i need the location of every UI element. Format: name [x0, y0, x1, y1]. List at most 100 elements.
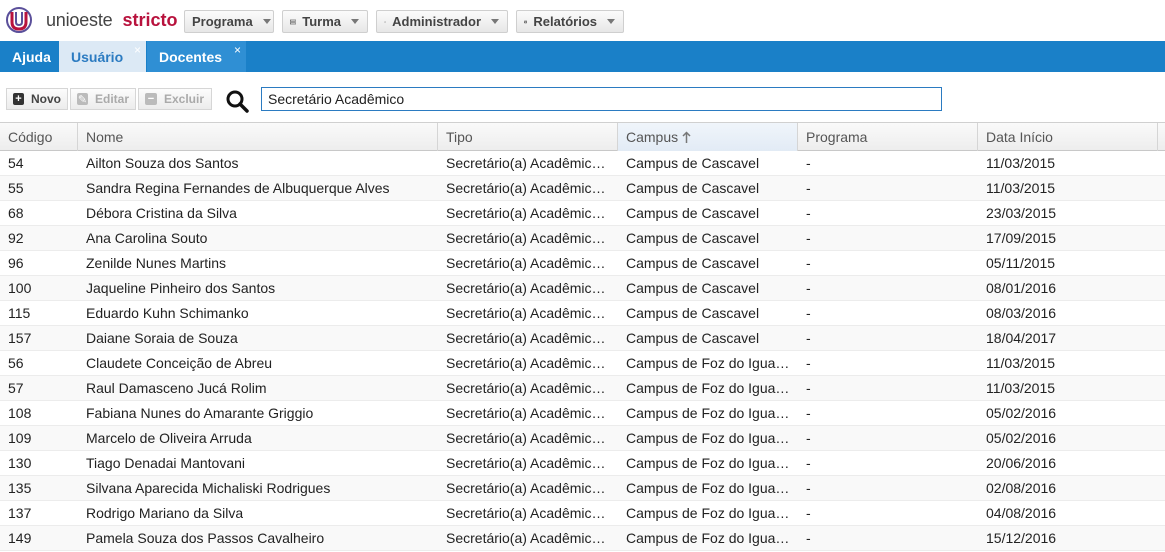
cell-nome-text: Eduardo Kuhn Schimanko	[86, 305, 249, 321]
column-header-tipo[interactable]: Tipo	[438, 123, 618, 151]
cell-tipo-text: Secretário(a) Acadêmico(a)	[446, 155, 610, 171]
close-icon[interactable]: ×	[134, 43, 141, 57]
cell-campus-text: Campus de Foz do Iguaçu	[626, 455, 790, 471]
delete-button[interactable]: − Excluir	[138, 88, 212, 110]
cell-tipo: Secretário(a) Acadêmico(a)	[438, 226, 610, 250]
cell-tipo-text: Secretário(a) Acadêmico(a)	[446, 480, 610, 496]
cell-nome-text: Marcelo de Oliveira Arruda	[86, 430, 252, 446]
close-icon[interactable]: ×	[234, 43, 241, 57]
table-header: Código Nome Tipo Campus Programa Data In…	[0, 122, 1165, 151]
cell-tipo-text: Secretário(a) Acadêmico(a)	[446, 180, 610, 196]
cell-codigo: 137	[0, 501, 70, 525]
cell-programa: -	[798, 476, 970, 500]
tab-docentes-label: Docentes	[159, 48, 223, 65]
tab-usuario[interactable]: Usuário ×	[59, 41, 146, 72]
cell-data-inicio: 17/09/2015	[978, 226, 1150, 250]
cell-codigo: 92	[0, 226, 70, 250]
cell-programa-text: -	[806, 455, 811, 471]
cell-programa-text: -	[806, 180, 811, 196]
cell-data-inicio: 05/11/2015	[978, 251, 1150, 275]
cell-campus-text: Campus de Cascavel	[626, 205, 760, 221]
edit-button[interactable]: ✎ Editar	[70, 88, 136, 110]
cell-programa: -	[798, 401, 970, 425]
table-row[interactable]: 130 Tiago Denadai Mantovani Secretário(a) …	[0, 451, 1165, 476]
column-header-nome[interactable]: Nome	[78, 123, 438, 151]
cell-programa-text: -	[806, 205, 811, 221]
new-button-label: Novo	[31, 92, 61, 106]
table-row[interactable]: 137 Rodrigo Mariano da Silva Secretário(a)…	[0, 501, 1165, 526]
table-row[interactable]: 56 Claudete Conceição de Abreu Secretário(…	[0, 351, 1165, 376]
table-row[interactable]: 54 Ailton Souza dos Santos Secretário(a) A…	[0, 151, 1165, 176]
cell-campus: Campus de Foz do Iguaçu	[618, 501, 790, 525]
cell-tipo: Secretário(a) Acadêmico(a)	[438, 401, 610, 425]
cell-data-inicio: 05/02/2016	[978, 401, 1150, 425]
cell-programa-text: -	[806, 405, 811, 421]
table-row[interactable]: 109 Marcelo de Oliveira Arruda Secretário(…	[0, 426, 1165, 451]
cell-nome-text: Rodrigo Mariano da Silva	[86, 505, 244, 521]
menu-turma[interactable]: Turma	[282, 10, 368, 33]
table-row[interactable]: 115 Eduardo Kuhn Schimanko Secretário(a) A…	[0, 301, 1165, 326]
table-row[interactable]: 108 Fabiana Nunes do Amarante Griggio Secr…	[0, 401, 1165, 426]
menu-administrador[interactable]: Administrador	[376, 10, 508, 33]
table-row[interactable]: 57 Raul Damasceno Jucá Rolim Secretário(a)…	[0, 376, 1165, 401]
column-header-campus[interactable]: Campus	[618, 123, 798, 151]
top-header: unioeste stricto Programa Turma Administ…	[0, 0, 1165, 41]
cell-programa: -	[798, 201, 970, 225]
cell-campus-text: Campus de Foz do Iguaçu	[626, 430, 790, 446]
column-header-data-inicio[interactable]: Data Início	[978, 123, 1158, 151]
cell-tipo-text: Secretário(a) Acadêmico(a)	[446, 280, 610, 296]
cell-programa-text: -	[806, 505, 811, 521]
cell-nome: Fabiana Nunes do Amarante Griggio	[78, 401, 430, 425]
cell-nome: Claudete Conceição de Abreu	[78, 351, 430, 375]
cell-programa: -	[798, 151, 970, 175]
table-row[interactable]: 100 Jaqueline Pinheiro dos Santos Secretár…	[0, 276, 1165, 301]
logo[interactable]: unioeste stricto	[6, 7, 177, 33]
cell-campus-text: Campus de Cascavel	[626, 330, 760, 346]
cell-codigo: 57	[0, 376, 70, 400]
cell-data-inicio: 04/08/2016	[978, 501, 1150, 525]
search-input[interactable]	[261, 87, 942, 111]
menu-relatorios[interactable]: Relatórios	[516, 10, 624, 33]
cell-tipo: Secretário(a) Acadêmico(a)	[438, 351, 610, 375]
search-icon[interactable]	[225, 89, 249, 113]
cell-programa: -	[798, 251, 970, 275]
table-row[interactable]: 149 Pamela Souza dos Passos Cavalheiro Sec…	[0, 526, 1165, 551]
chevron-down-icon	[262, 19, 271, 24]
cell-campus: Campus de Foz do Iguaçu	[618, 426, 790, 450]
new-button[interactable]: + Novo	[6, 88, 68, 110]
cell-data-inicio-text: 11/03/2015	[986, 355, 1056, 371]
menu-programa[interactable]: Programa	[184, 10, 274, 33]
cell-campus: Campus de Foz do Iguaçu	[618, 451, 790, 475]
cell-codigo-text: 57	[8, 380, 24, 396]
cell-tipo-text: Secretário(a) Acadêmico(a)	[446, 505, 610, 521]
table-row[interactable]: 96 Zenilde Nunes Martins Secretário(a) Aca…	[0, 251, 1165, 276]
cell-programa-text: -	[806, 480, 811, 496]
cell-nome: Jaqueline Pinheiro dos Santos	[78, 276, 430, 300]
cell-data-inicio: 18/04/2017	[978, 326, 1150, 350]
cell-codigo: 115	[0, 301, 70, 325]
cell-data-inicio-text: 15/12/2016	[986, 530, 1057, 546]
pencil-icon: ✎	[77, 93, 88, 106]
cell-codigo: 109	[0, 426, 70, 450]
table-row[interactable]: 135 Silvana Aparecida Michaliski Rodrigue…	[0, 476, 1165, 501]
cell-tipo-text: Secretário(a) Acadêmico(a)	[446, 230, 610, 246]
tab-ajuda[interactable]: Ajuda	[0, 41, 58, 72]
cell-campus-text: Campus de Cascavel	[626, 155, 760, 171]
tab-docentes[interactable]: Docentes ×	[147, 41, 246, 72]
cell-programa: -	[798, 176, 970, 200]
cell-tipo: Secretário(a) Acadêmico(a)	[438, 426, 610, 450]
table-row[interactable]: 92 Ana Carolina Souto Secretário(a) Acadêm…	[0, 226, 1165, 251]
table-row[interactable]: 55 Sandra Regina Fernandes de Albuquerque…	[0, 176, 1165, 201]
cell-data-inicio-text: 08/01/2016	[986, 280, 1057, 296]
cell-campus: Campus de Cascavel	[618, 251, 790, 275]
table-row[interactable]: 68 Débora Cristina da Silva Secretário(a) …	[0, 201, 1165, 226]
column-header-codigo[interactable]: Código	[0, 123, 78, 151]
tab-ajuda-label: Ajuda	[12, 48, 51, 65]
column-header-programa[interactable]: Programa	[798, 123, 978, 151]
column-header-label: Código	[8, 129, 53, 145]
cell-programa-text: -	[806, 330, 811, 346]
table-row[interactable]: 157 Daiane Soraia de Souza Secretário(a) A…	[0, 326, 1165, 351]
cell-programa: -	[798, 326, 970, 350]
cell-codigo-text: 68	[8, 205, 24, 221]
column-header-label: Programa	[806, 129, 868, 145]
